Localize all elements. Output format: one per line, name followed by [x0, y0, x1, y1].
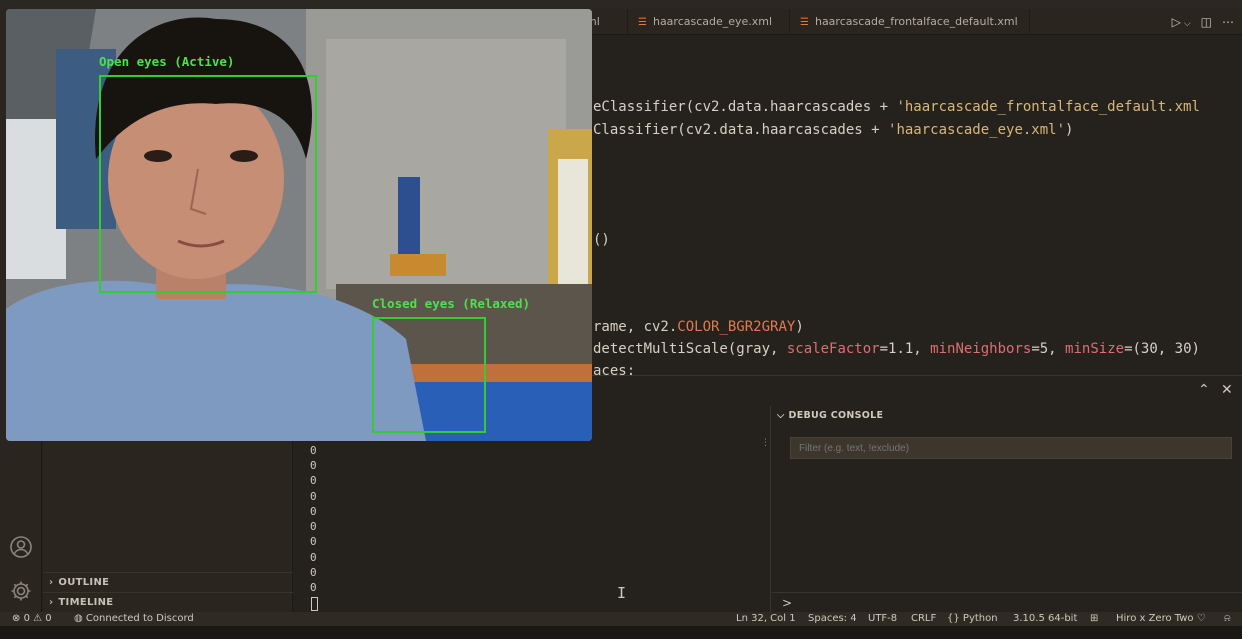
vscode-window: › OUTLINE › TIMELINE ml ☰ haarcascade_eye.x… — [0, 0, 1242, 639]
code-line: aces: — [593, 363, 636, 375]
more-icon[interactable]: ⋯ — [1222, 15, 1234, 29]
maximize-panel-icon[interactable]: ⌃ — [1198, 382, 1210, 398]
encoding[interactable]: UTF-8 — [868, 612, 897, 626]
xml-file-icon: ☰ — [800, 17, 809, 28]
tab-haarcascade-eye[interactable]: ☰ haarcascade_eye.xml — [628, 9, 790, 35]
terminal-line: 0 — [310, 474, 317, 487]
timeline-section[interactable]: › TIMELINE — [43, 592, 293, 612]
debug-console-title[interactable]: ⌵ DEBUG CONSOLE — [777, 410, 883, 421]
split-editor-icon[interactable]: ◫ — [1201, 15, 1212, 29]
terminal-line: 0 — [310, 535, 317, 548]
debug-console: ⌵DEBUG CONSOLE > — [772, 406, 1242, 613]
code-line: rame, cv2.COLOR_BGR2GRAY) — [593, 319, 804, 335]
bottom-strip — [0, 626, 1242, 639]
python-interpreter[interactable]: 3.10.5 64-bit — [1013, 612, 1077, 626]
terminal-line: 0 — [310, 551, 317, 564]
code-line: detectMultiScale(gray, scaleFactor=1.1, … — [593, 341, 1200, 357]
open-eyes-label: Open eyes (Active) — [99, 54, 235, 69]
terminal-cursor — [311, 597, 318, 611]
heart-icon: ♡ — [1196, 613, 1206, 624]
terminal-line: 0 — [310, 490, 317, 503]
play-icon[interactable]: ▷ — [1172, 15, 1181, 29]
tab-haarcascade-frontalface[interactable]: ☰ haarcascade_frontalface_default.xml — [790, 9, 1030, 35]
chevron-down-icon: ⌵ — [777, 410, 785, 421]
account-icon[interactable] — [9, 535, 33, 559]
webcam-window[interactable]: Open eyes (Active) Closed eyes (Relaxed) — [6, 9, 592, 441]
warning-icon: ⚠ — [33, 613, 43, 624]
indentation[interactable]: Spaces: 4 — [808, 612, 857, 626]
editor-actions: ▷ ⌵ ◫ ⋯ — [1162, 9, 1234, 35]
language-mode[interactable]: {} Python — [947, 612, 998, 626]
braces-icon: {} — [947, 613, 960, 624]
text-cursor-icon: I — [617, 584, 627, 602]
eye-detection-box — [372, 317, 486, 433]
error-icon: ⊗ — [12, 613, 21, 624]
settings-gear-icon[interactable] — [9, 579, 33, 603]
tab-label: haarcascade_eye.xml — [652, 15, 773, 28]
terminal-line: 0 — [310, 444, 317, 457]
debug-filter-input[interactable] — [790, 437, 1232, 459]
terminal-line: 0 — [310, 505, 317, 518]
terminal-line: 0 — [310, 581, 317, 594]
resize-handle-icon[interactable]: ⋮ — [761, 438, 770, 448]
chevron-right-icon: › — [49, 597, 54, 608]
face-detection-box — [99, 75, 317, 293]
tab-label: haarcascade_frontalface_default.xml — [814, 15, 1018, 28]
xml-file-icon: ☰ — [638, 17, 647, 28]
theme-name[interactable]: Hiro x Zero Two ♡ — [1116, 612, 1206, 626]
chevron-right-icon: › — [49, 577, 54, 588]
terminal-line: 0 — [310, 459, 317, 472]
code-line: () — [593, 232, 610, 248]
close-panel-icon[interactable]: ✕ — [1221, 382, 1233, 398]
code-line: eClassifier(cv2.data.haarcascades + 'haa… — [593, 99, 1200, 115]
problems-indicator[interactable]: ⊗ 0 ⚠ 0 — [12, 612, 52, 626]
outline-section[interactable]: › OUTLINE — [43, 572, 293, 592]
timeline-label: TIMELINE — [58, 597, 114, 608]
line-ending[interactable]: CRLF — [911, 612, 936, 626]
cursor-position[interactable]: Ln 32, Col 1 — [736, 612, 796, 626]
closed-eyes-label: Closed eyes (Relaxed) — [372, 296, 531, 311]
terminal-line: 0 — [310, 566, 317, 579]
terminal-line: 0 — [310, 520, 317, 533]
outline-label: OUTLINE — [58, 577, 110, 588]
debug-prompt[interactable]: > — [782, 596, 792, 610]
globe-icon: ◍ — [74, 613, 83, 624]
chevron-down-icon[interactable]: ⌵ — [1184, 19, 1191, 29]
notifications-bell-icon[interactable]: ⍾ — [1224, 612, 1231, 626]
discord-status[interactable]: ◍ Connected to Discord — [74, 612, 194, 626]
status-bar: ⊗ 0 ⚠ 0 ◍ Connected to Discord Ln 32, Co… — [0, 612, 1242, 626]
code-line: Classifier(cv2.data.haarcascades + 'haar… — [593, 122, 1074, 138]
divider — [772, 592, 1242, 593]
remote-icon[interactable]: ⊞ — [1090, 612, 1098, 626]
title-strip — [0, 0, 1242, 9]
